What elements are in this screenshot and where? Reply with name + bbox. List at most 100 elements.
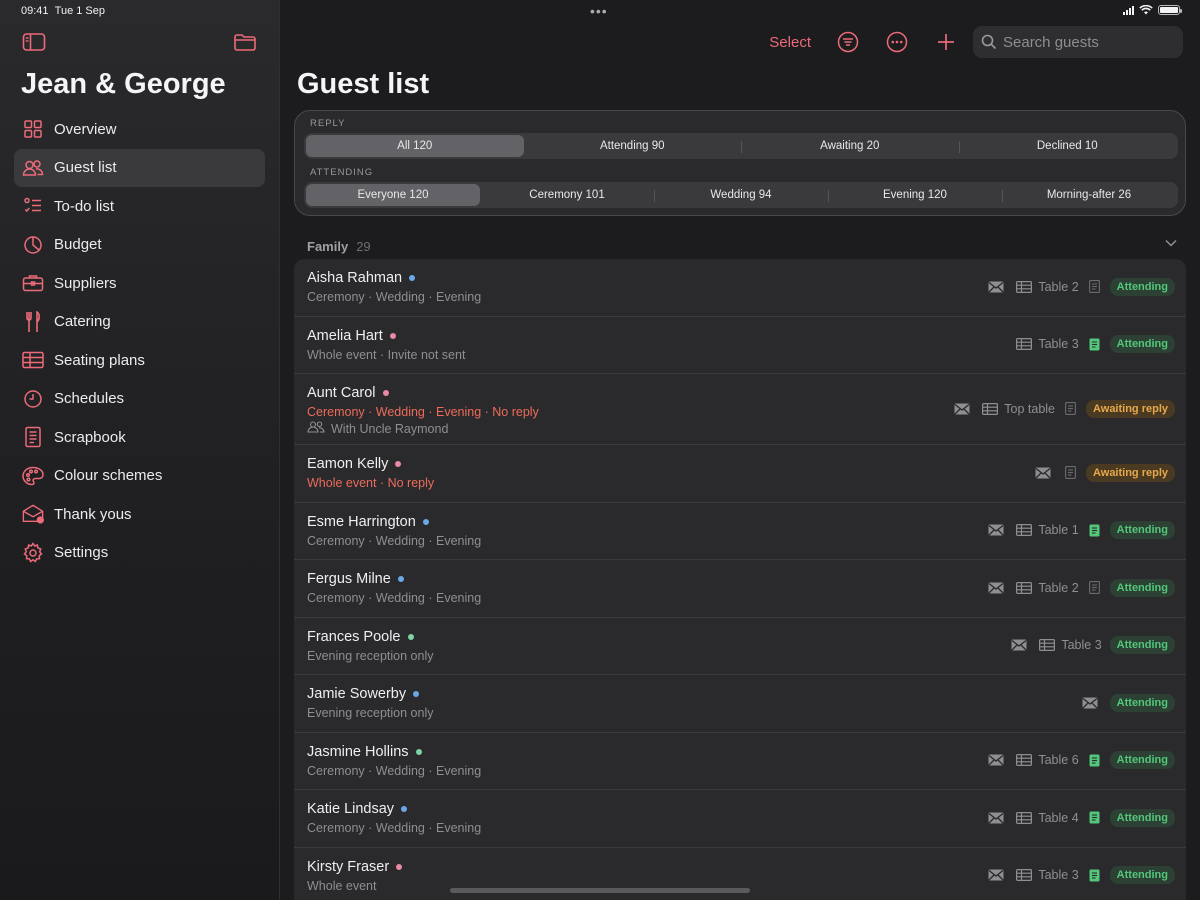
table-icon: [1039, 639, 1056, 652]
note-filled-icon[interactable]: [1089, 524, 1100, 537]
status-bar: 09:41 Tue 1 Sep •••: [0, 0, 1200, 22]
guest-row[interactable]: Frances Poole Evening reception only Table…: [294, 618, 1186, 675]
attending-option-evening[interactable]: Evening 120: [828, 184, 1002, 206]
note-filled-icon[interactable]: [1089, 338, 1100, 351]
envelope-icon[interactable]: [1082, 697, 1098, 709]
chevron-down-icon[interactable]: [1165, 239, 1177, 247]
table-assignment[interactable]: Table 2: [1016, 581, 1079, 595]
sidebar-item-label: Thank yous: [54, 505, 132, 523]
status-time: 09:41 Tue 1 Sep: [21, 5, 106, 17]
add-guest-button[interactable]: [933, 29, 959, 55]
sidebar-item-colour-schemes[interactable]: Colour schemes: [14, 457, 265, 495]
guest-meta: Table 1 Attending: [988, 521, 1175, 540]
search-input[interactable]: [1003, 33, 1173, 51]
table-assignment[interactable]: Table 3: [1016, 868, 1079, 882]
envelope-icon[interactable]: [988, 582, 1004, 594]
guest-name: Frances Poole: [307, 629, 414, 645]
sidebar-item-scrapbook[interactable]: Scrapbook: [14, 418, 265, 456]
guest-row[interactable]: Eamon Kelly Whole event · No reply Awaitin…: [294, 445, 1186, 503]
envelope-icon[interactable]: [954, 403, 970, 415]
sidebar-item-suppliers[interactable]: Suppliers: [14, 264, 265, 302]
table-assignment[interactable]: Top table: [982, 402, 1055, 416]
table-label: Top table: [1004, 401, 1056, 416]
guest-row[interactable]: Aisha Rahman Ceremony · Wedding · Evening…: [294, 259, 1186, 317]
note-filled-icon[interactable]: [1089, 754, 1100, 767]
note-icon[interactable]: [1088, 280, 1100, 294]
multitasking-dots[interactable]: •••: [590, 3, 608, 19]
envelope-icon[interactable]: [988, 869, 1004, 881]
guest-row[interactable]: Aunt Carol Ceremony · Wedding · Evening ·…: [294, 374, 1186, 445]
guest-row[interactable]: Jasmine Hollins Ceremony · Wedding · Even…: [294, 733, 1186, 790]
attending-option-everyone[interactable]: Everyone 120: [306, 184, 480, 206]
note-icon[interactable]: [1065, 402, 1076, 415]
search-field[interactable]: [973, 26, 1183, 58]
guest-row[interactable]: Katie Lindsay Ceremony · Wedding · Evenin…: [294, 790, 1186, 848]
guest-name: Jasmine Hollins: [307, 744, 422, 760]
attending-option-wedding[interactable]: Wedding 94: [654, 184, 828, 206]
table-assignment[interactable]: Table 6: [1016, 753, 1079, 767]
table-assignment[interactable]: Table 3: [1039, 638, 1102, 652]
guest-name-text: Kirsty Fraser: [307, 858, 390, 875]
sidebar-item-overview[interactable]: Overview: [14, 110, 265, 148]
main-content: Select Guest list REPLY All 120 Attendin…: [281, 0, 1200, 900]
more-button[interactable]: [884, 29, 910, 55]
note-filled-icon[interactable]: [1089, 869, 1100, 882]
guest-events: Ceremony · Wedding · Evening: [307, 763, 482, 778]
filter-button[interactable]: [835, 29, 861, 55]
sidebar-item-thank-yous[interactable]: Thank yous: [14, 495, 265, 533]
people-icon: [307, 421, 325, 436]
guest-meta: Table 2 Attending: [988, 578, 1175, 597]
envelope-icon[interactable]: [988, 524, 1004, 536]
sidebar-toggle-icon[interactable]: [22, 32, 46, 52]
envelope-icon[interactable]: [1011, 639, 1027, 651]
guest-row[interactable]: Jamie Sowerby Evening reception only Atten…: [294, 675, 1186, 733]
briefcase-icon: [22, 272, 44, 294]
sidebar-item-guest-list[interactable]: Guest list: [14, 148, 265, 187]
sidebar-item-settings[interactable]: Settings: [14, 534, 265, 572]
envelope-icon[interactable]: [1035, 467, 1051, 479]
guest-name: Fergus Milne: [307, 571, 404, 587]
envelope-icon[interactable]: [988, 812, 1004, 824]
table-label: Table 4: [1038, 810, 1079, 825]
sidebar-item-seating-plans[interactable]: Seating plans: [14, 341, 265, 379]
attending-filter-label: ATTENDING: [310, 167, 374, 178]
table-assignment[interactable]: Table 3: [1016, 337, 1079, 351]
reply-option-declined[interactable]: Declined 10: [958, 135, 1177, 157]
sidebar-item-label: Overview: [54, 120, 117, 138]
table-assignment[interactable]: Table 4: [1016, 810, 1079, 825]
sidebar-item-catering[interactable]: Catering: [14, 303, 265, 341]
select-button[interactable]: Select: [769, 34, 811, 51]
guest-name-text: Esme Harrington: [307, 513, 416, 530]
system-indicators: [1123, 5, 1182, 15]
attending-option-morning-after[interactable]: Morning-after 26: [1002, 184, 1176, 206]
guest-side-dot: [415, 748, 422, 755]
note-filled-icon[interactable]: [1089, 811, 1100, 824]
attending-segmented-control: Everyone 120 Ceremony 101 Wedding 94 Eve…: [304, 182, 1178, 208]
sidebar-item-to-do-list[interactable]: To-do list: [14, 187, 265, 225]
sidebar-item-budget[interactable]: Budget: [14, 226, 265, 264]
reply-option-all[interactable]: All 120: [306, 135, 524, 157]
checklist-icon: [22, 195, 44, 217]
guest-row[interactable]: Fergus Milne Ceremony · Wedding · Evening…: [294, 560, 1186, 618]
guest-row[interactable]: Esme Harrington Ceremony · Wedding · Even…: [294, 503, 1186, 560]
guest-row[interactable]: Amelia Hart Whole event · Invite not sent…: [294, 317, 1186, 374]
envelope-icon[interactable]: [988, 754, 1004, 766]
home-indicator[interactable]: [450, 888, 750, 893]
ellipsis-circle-icon: [886, 31, 908, 53]
envelope-icon[interactable]: [988, 281, 1004, 293]
guest-name-text: Fergus Milne: [307, 571, 391, 587]
palette-icon: [22, 465, 44, 487]
guest-side-dot: [401, 806, 408, 812]
note-icon[interactable]: [1088, 581, 1100, 595]
sidebar-item-label: Settings: [54, 544, 109, 561]
note-icon[interactable]: [1065, 466, 1076, 480]
table-icon: [1016, 754, 1033, 767]
group-header-family[interactable]: Family 29: [307, 237, 1177, 255]
table-assignment[interactable]: Table 1: [1016, 523, 1079, 537]
reply-option-awaiting[interactable]: Awaiting 20: [741, 135, 959, 157]
attending-option-ceremony[interactable]: Ceremony 101: [480, 184, 654, 206]
folder-icon[interactable]: [233, 32, 257, 52]
reply-option-attending[interactable]: Attending 90: [524, 135, 742, 157]
table-assignment[interactable]: Table 2: [1016, 280, 1079, 294]
sidebar-item-schedules[interactable]: Schedules: [14, 380, 265, 418]
